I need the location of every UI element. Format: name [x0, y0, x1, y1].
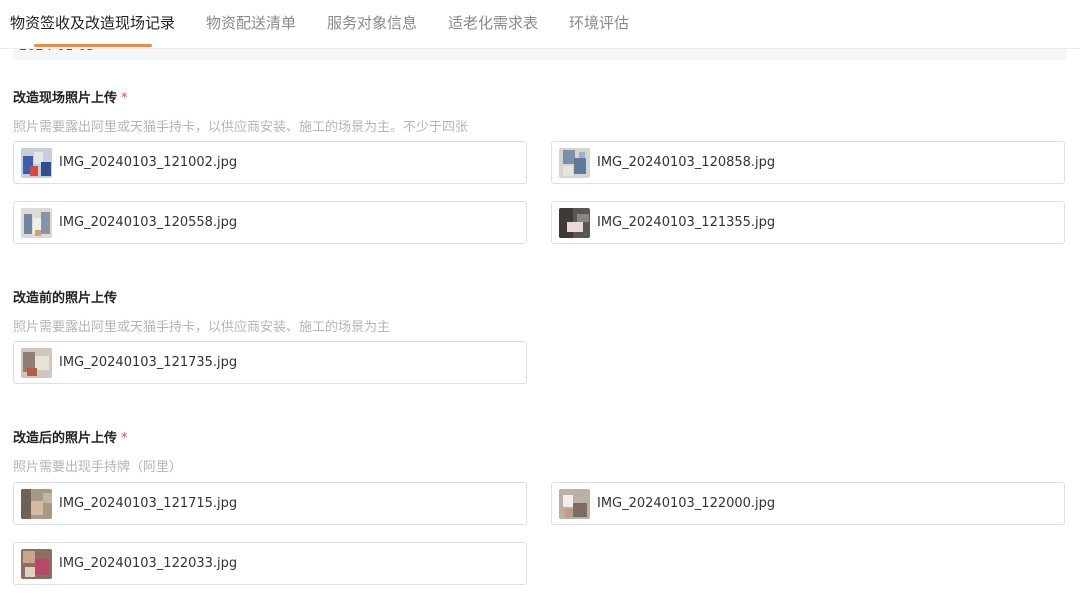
section-hint-site-photos: 照片需要露出阿里或天猫手持卡，以供应商安装、施工的场景为主。不少于四张 — [13, 120, 469, 135]
file-name: IMG_20240103_122000.jpg — [597, 496, 776, 511]
tab-bar: 物资签收及改造现场记录 物资配送清单 服务对象信息 适老化需求表 环境评估 — [0, 0, 1080, 49]
section-hint-after-photos: 照片需要出现手持牌（阿里） — [13, 460, 183, 475]
section-title-after-photos: 改造后的照片上传 * — [13, 431, 128, 446]
photo-thumbnail — [21, 208, 52, 238]
section-title-site-photos: 改造现场照片上传 * — [13, 91, 128, 106]
photo-thumbnail — [559, 148, 590, 178]
uploaded-file[interactable]: IMG_20240103_121355.jpg — [551, 201, 1065, 244]
uploaded-file[interactable]: IMG_20240103_122033.jpg — [13, 542, 527, 585]
file-name: IMG_20240103_120858.jpg — [597, 155, 776, 170]
file-name: IMG_20240103_121355.jpg — [597, 215, 776, 230]
uploaded-file[interactable]: IMG_20240103_121715.jpg — [13, 482, 527, 525]
tab-material-signoff-records[interactable]: 物资签收及改造现场记录 — [10, 12, 175, 33]
uploaded-file[interactable]: IMG_20240103_122000.jpg — [551, 482, 1065, 525]
tab-client-info[interactable]: 服务对象信息 — [327, 12, 417, 33]
photo-thumbnail — [559, 489, 590, 519]
required-marker: * — [121, 431, 128, 446]
photo-thumbnail — [21, 489, 52, 519]
photo-thumbnail — [559, 208, 590, 238]
uploaded-file[interactable]: IMG_20240103_121735.jpg — [13, 341, 527, 384]
file-name: IMG_20240103_121715.jpg — [59, 496, 238, 511]
tab-aging-needs-form[interactable]: 适老化需求表 — [448, 12, 538, 33]
section-hint-before-photos: 照片需要露出阿里或天猫手持卡，以供应商安装、施工的场景为主 — [13, 320, 391, 335]
required-marker: * — [121, 91, 128, 106]
photo-thumbnail — [21, 148, 52, 178]
tab-delivery-list[interactable]: 物资配送清单 — [206, 12, 296, 33]
file-name: IMG_20240103_120558.jpg — [59, 215, 238, 230]
section-title-before-photos: 改造前的照片上传 — [13, 291, 118, 306]
file-name: IMG_20240103_121002.jpg — [59, 155, 238, 170]
photo-thumbnail — [21, 348, 52, 378]
tab-environment-assessment[interactable]: 环境评估 — [569, 12, 629, 33]
uploaded-file[interactable]: IMG_20240103_120558.jpg — [13, 201, 527, 244]
active-tab-indicator — [34, 44, 152, 47]
uploaded-file[interactable]: IMG_20240103_120858.jpg — [551, 141, 1065, 184]
file-name: IMG_20240103_121735.jpg — [59, 355, 238, 370]
photo-thumbnail — [21, 549, 52, 579]
uploaded-file[interactable]: IMG_20240103_121002.jpg — [13, 141, 527, 184]
file-name: IMG_20240103_122033.jpg — [59, 556, 238, 571]
